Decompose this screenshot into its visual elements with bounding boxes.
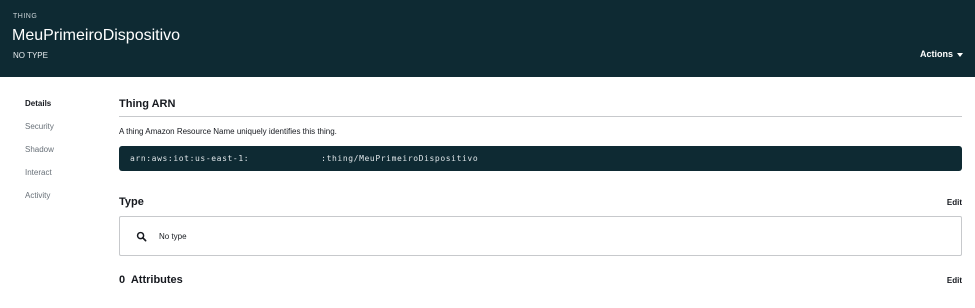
page-title: MeuPrimeiroDispositivo	[12, 27, 181, 44]
nav-item-shadow[interactable]: Shadow	[25, 144, 54, 167]
type-value-box[interactable]: No type	[119, 216, 962, 256]
attributes-edit-button[interactable]: Edit	[947, 276, 962, 285]
type-section-header: Type Edit	[119, 196, 962, 208]
arn-value-prefix: arn:aws:iot:us-east-1:	[130, 154, 250, 163]
search-icon	[136, 231, 147, 241]
resource-type-label: THING	[13, 13, 38, 20]
arn-section-header: Thing ARN	[119, 94, 962, 117]
nav-item-details[interactable]: Details	[25, 98, 54, 121]
arn-description: A thing Amazon Resource Name uniquely id…	[119, 127, 337, 136]
attributes-title: Attributes	[130, 274, 183, 286]
type-section-title: Type	[119, 196, 144, 208]
attributes-section-title: 0 Attributes	[119, 274, 183, 286]
nav-item-security[interactable]: Security	[25, 121, 54, 144]
attributes-section-header: 0 Attributes Edit	[119, 274, 962, 286]
actions-dropdown[interactable]: Actions	[920, 49, 963, 59]
arn-section-title: Thing ARN	[119, 98, 176, 110]
arn-value-suffix: :thing/MeuPrimeiroDispositivo	[321, 154, 479, 163]
thing-type-label: NO TYPE	[13, 51, 48, 60]
arn-value-box[interactable]: arn:aws:iot:us-east-1: :thing/MeuPrimeir…	[119, 146, 962, 171]
chevron-down-icon	[957, 52, 963, 57]
type-value: No type	[159, 231, 187, 241]
page-header: THING MeuPrimeiroDispositivo NO TYPE Act…	[0, 0, 975, 77]
type-edit-button[interactable]: Edit	[947, 198, 962, 207]
nav-item-interact[interactable]: Interact	[25, 167, 54, 190]
nav-item-activity[interactable]: Activity	[25, 190, 54, 213]
side-nav: Details Security Shadow Interact Activit…	[25, 98, 54, 213]
attributes-count: 0	[119, 274, 126, 286]
actions-label: Actions	[919, 49, 953, 59]
details-panel: Thing ARN A thing Amazon Resource Name u…	[119, 94, 962, 286]
